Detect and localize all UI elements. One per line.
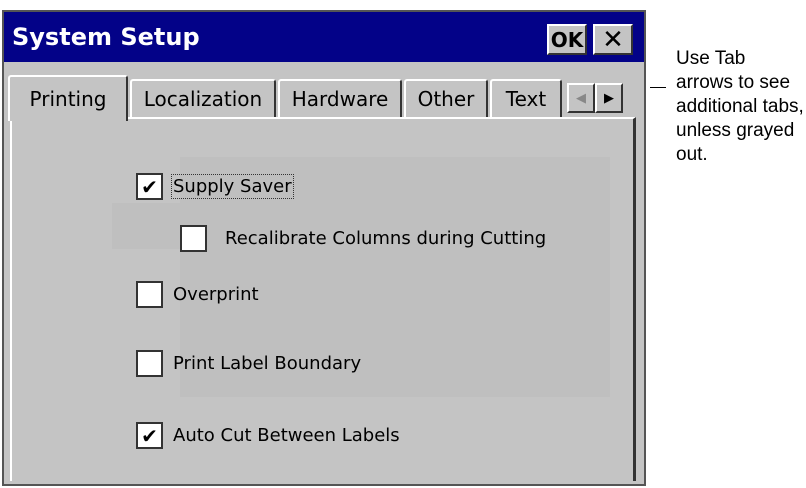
option-overprint[interactable]: Overprint (136, 281, 259, 308)
system-setup-window: System Setup OK ✕ Printing Localization … (2, 10, 646, 486)
option-recalibrate-columns[interactable]: Recalibrate Columns during Cutting (180, 225, 546, 252)
option-auto-cut[interactable]: ✔ Auto Cut Between Labels (136, 422, 400, 449)
close-button[interactable]: ✕ (593, 24, 633, 55)
print-label-boundary-checkbox[interactable] (136, 350, 163, 377)
callout-leader-line (650, 87, 666, 88)
checkmark-icon: ✔ (141, 174, 158, 199)
print-label-boundary-label: Print Label Boundary (173, 353, 362, 374)
overprint-label: Overprint (173, 284, 259, 305)
recalibrate-columns-label: Recalibrate Columns during Cutting (225, 228, 547, 249)
printing-tab-panel: ✔ Supply Saver Recalibrate Columns durin… (10, 117, 636, 481)
tab-text[interactable]: Text (490, 79, 562, 117)
arrow-right-icon: ▶ (604, 90, 614, 106)
overprint-checkbox[interactable] (136, 281, 163, 308)
supply-saver-label: Supply Saver (171, 174, 294, 199)
close-icon: ✕ (602, 24, 624, 55)
tab-scroll-arrows: ◀ ▶ (567, 83, 625, 113)
ok-button[interactable]: OK (547, 24, 587, 55)
window-title: System Setup (12, 23, 200, 51)
tab-printing[interactable]: Printing (8, 75, 128, 121)
tab-strip: Printing Localization Hardware Other Tex… (4, 67, 644, 121)
checkmark-icon: ✔ (141, 423, 158, 448)
auto-cut-checkbox[interactable]: ✔ (136, 422, 163, 449)
tab-other[interactable]: Other (404, 79, 488, 117)
arrow-left-icon: ◀ (576, 90, 586, 106)
tab-scroll-right-button[interactable]: ▶ (595, 83, 623, 113)
recalibrate-columns-checkbox[interactable] (180, 225, 207, 252)
auto-cut-label: Auto Cut Between Labels (173, 425, 400, 446)
option-supply-saver[interactable]: ✔ Supply Saver (136, 173, 294, 200)
tab-localization[interactable]: Localization (130, 79, 276, 117)
tab-scroll-left-button[interactable]: ◀ (567, 83, 595, 113)
tab-hardware[interactable]: Hardware (278, 79, 402, 117)
supply-saver-checkbox[interactable]: ✔ (136, 173, 163, 200)
title-bar: System Setup OK ✕ (4, 12, 644, 62)
tab-arrows-callout: Use Tab arrows to see additional tabs, u… (676, 48, 804, 165)
option-print-label-boundary[interactable]: Print Label Boundary (136, 350, 361, 377)
